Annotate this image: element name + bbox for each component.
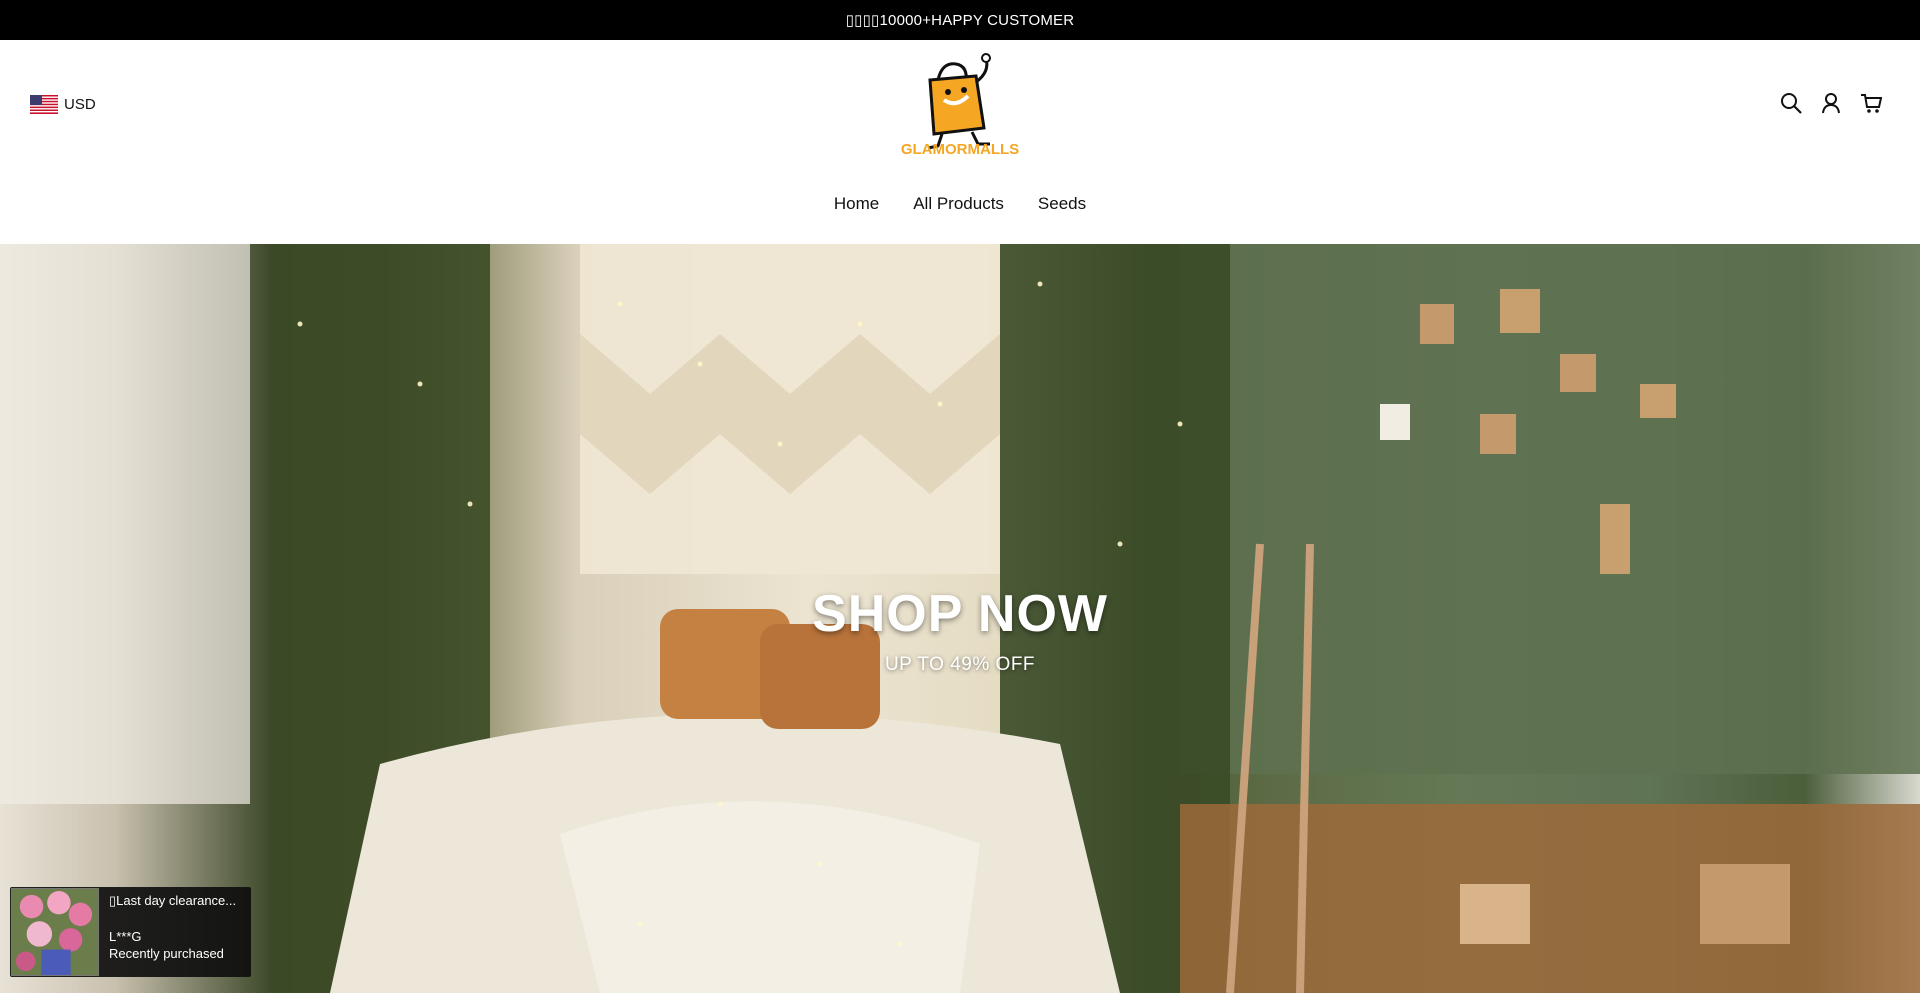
recent-purchase-popup[interactable]: ▯Last day clearance... L***G Recently pu… <box>10 887 251 977</box>
hero-title[interactable]: SHOP NOW <box>812 584 1108 644</box>
hero-subtitle: UP TO 49% OFF <box>884 654 1036 675</box>
toast-product-title: ▯Last day clearance... <box>109 893 237 908</box>
nav-all-products[interactable]: All Products <box>913 194 1004 214</box>
header-actions <box>1780 92 1882 114</box>
currency-code: USD <box>64 96 96 113</box>
account-icon <box>1822 93 1840 114</box>
nav-seeds[interactable]: Seeds <box>1038 194 1086 214</box>
site-header: USD GLAMORMALLS Home All Products Seeds <box>0 40 1920 244</box>
us-flag-icon <box>30 95 58 114</box>
glamormalls-logo[interactable]: GLAMORMALLS <box>898 52 1022 156</box>
logo-text: GLAMORMALLS <box>901 141 1019 156</box>
hero-content: SHOP NOW UP TO 49% OFF <box>0 584 1920 676</box>
search-icon <box>1781 93 1802 114</box>
product-thumbnail <box>11 888 99 976</box>
nav-home[interactable]: Home <box>834 194 879 214</box>
account-button[interactable] <box>1820 92 1842 114</box>
announcement-text: ▯▯▯▯10000+HAPPY CUSTOMER <box>845 12 1075 29</box>
announcement-bar: ▯▯▯▯10000+HAPPY CUSTOMER <box>0 0 1920 40</box>
cart-icon <box>1861 94 1882 113</box>
toast-body: ▯Last day clearance... L***G Recently pu… <box>100 887 249 977</box>
cart-button[interactable] <box>1860 92 1882 114</box>
main-nav: Home All Products Seeds <box>0 194 1920 214</box>
currency-selector[interactable]: USD <box>30 95 96 114</box>
toast-customer-name: L***G <box>109 928 142 944</box>
search-button[interactable] <box>1780 92 1802 114</box>
hero-banner[interactable]: SHOP NOW UP TO 49% OFF <box>0 244 1920 993</box>
toast-status: Recently purchased <box>109 945 224 961</box>
